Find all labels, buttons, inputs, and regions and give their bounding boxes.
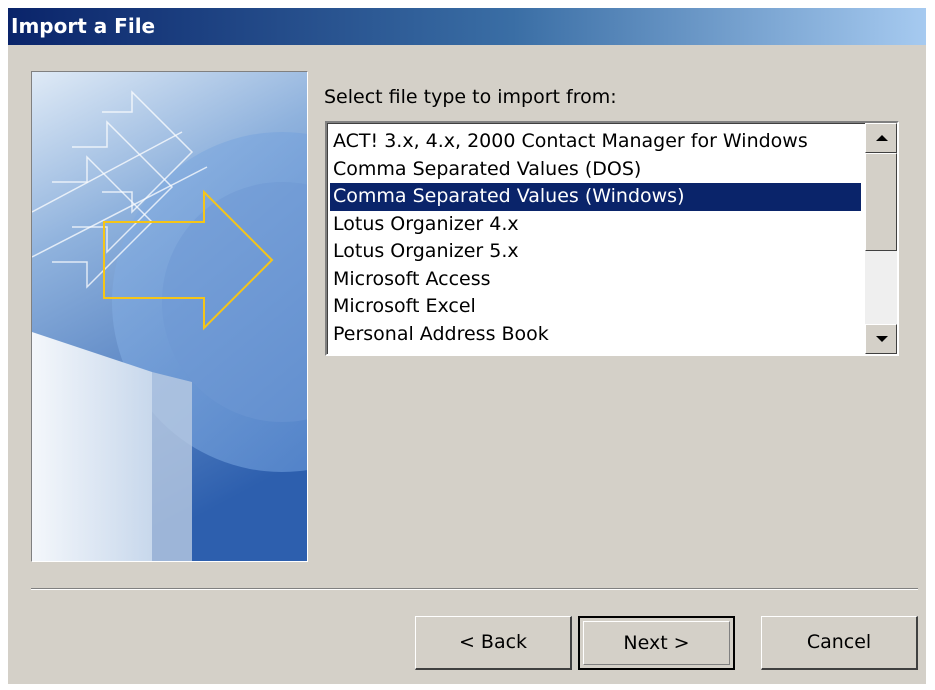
- scroll-down-arrow-icon: [876, 336, 888, 342]
- wizard-arrow-illustration: [32, 72, 307, 561]
- vertical-scrollbar[interactable]: [865, 123, 897, 354]
- file-type-list[interactable]: ACT! 3.x, 4.x, 2000 Contact Manager for …: [330, 128, 861, 348]
- file-type-prompt: Select file type to import from:: [324, 86, 617, 108]
- wizard-illustration: [31, 71, 308, 562]
- next-button[interactable]: Next >: [578, 616, 735, 670]
- back-button[interactable]: < Back: [415, 616, 572, 670]
- import-file-dialog: Import a File Select file type to import…: [8, 8, 926, 684]
- file-type-item[interactable]: Lotus Organizer 5.x: [330, 238, 861, 266]
- file-type-item[interactable]: ACT! 3.x, 4.x, 2000 Contact Manager for …: [330, 128, 861, 156]
- next-button-label: Next >: [623, 632, 690, 654]
- file-type-item[interactable]: Comma Separated Values (DOS): [330, 156, 861, 184]
- title-bar[interactable]: Import a File: [8, 8, 926, 45]
- file-type-item[interactable]: Personal Address Book: [330, 321, 861, 349]
- scroll-up-button[interactable]: [865, 123, 897, 153]
- cancel-button[interactable]: Cancel: [761, 616, 918, 670]
- scroll-thumb[interactable]: [865, 153, 897, 251]
- scroll-down-button[interactable]: [865, 324, 897, 354]
- scroll-up-arrow-icon: [876, 135, 888, 141]
- file-type-item[interactable]: Microsoft Access: [330, 266, 861, 294]
- window-title: Import a File: [11, 14, 156, 38]
- file-type-listbox[interactable]: ACT! 3.x, 4.x, 2000 Contact Manager for …: [325, 121, 899, 356]
- file-type-item[interactable]: Lotus Organizer 4.x: [330, 211, 861, 239]
- button-separator: [31, 588, 918, 590]
- file-type-item[interactable]: Comma Separated Values (Windows): [330, 183, 861, 211]
- file-type-item[interactable]: Microsoft Excel: [330, 293, 861, 321]
